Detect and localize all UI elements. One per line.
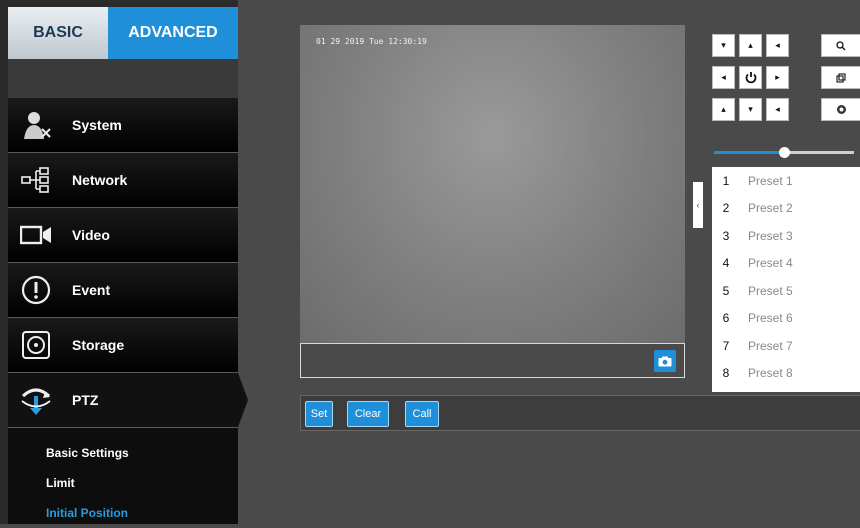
preset-number: 5 — [722, 283, 730, 298]
pan-left-button[interactable]: ◂ — [712, 66, 735, 89]
preset-name: Preset 2 — [748, 201, 793, 216]
tilt-up-button[interactable]: ▴ — [739, 34, 762, 57]
ptz-arrows-icon — [18, 384, 54, 416]
sidebar-menu: System Network Video Event Storage PTZ — [8, 98, 248, 428]
list-item[interactable]: 8 Preset 8 — [712, 360, 860, 388]
preset-number: 7 — [722, 338, 730, 353]
window-icon — [836, 72, 846, 83]
tilt-down-button[interactable]: ▾ — [739, 98, 762, 121]
list-item[interactable]: 4 Preset 4 — [712, 250, 860, 278]
preset-name: Preset 7 — [748, 338, 793, 353]
call-button[interactable]: Call — [405, 401, 439, 427]
preset-name: Preset 8 — [748, 366, 793, 381]
set-button[interactable]: Set — [305, 401, 333, 427]
sidebar-item-label: Video — [72, 227, 110, 243]
list-item[interactable]: 6 Preset 6 — [712, 305, 860, 333]
ptz-submenu: Basic Settings Limit Initial Position — [8, 428, 238, 524]
preset-list: 1 Preset 1 2 Preset 2 3 Preset 3 4 Preset 4 … — [712, 167, 860, 392]
list-item[interactable]: 1 Preset 1 — [712, 167, 860, 195]
video-camera-icon — [18, 219, 54, 251]
sidebar-item-label: Event — [72, 282, 111, 298]
sidebar-item-label: System — [72, 117, 122, 133]
pan-right-button[interactable]: ▸ — [766, 66, 789, 89]
video-toolbar — [300, 343, 685, 378]
preset-name: Preset 4 — [748, 256, 793, 271]
preset-number: 6 — [722, 311, 730, 326]
preset-name: Preset 5 — [748, 283, 793, 298]
alert-icon — [18, 274, 54, 306]
collapse-panel-handle[interactable]: ‹ — [693, 182, 703, 228]
storage-disk-icon — [18, 329, 54, 361]
tab-advanced-label: ADVANCED — [128, 24, 218, 41]
zoom-in-button[interactable] — [821, 34, 860, 57]
slider-fill — [714, 151, 784, 154]
preset-name: Preset 1 — [748, 173, 793, 188]
pan-up-left-button[interactable]: ▾ — [712, 34, 735, 57]
sidebar-item-network[interactable]: Network — [8, 153, 238, 208]
camera-icon — [658, 356, 672, 366]
snapshot-button[interactable] — [654, 350, 676, 372]
auto-pan-button[interactable] — [739, 66, 762, 89]
preset-name: Preset 6 — [748, 311, 793, 326]
sidebar-item-label: Storage — [72, 337, 125, 353]
submenu-item-basic-settings[interactable]: Basic Settings — [8, 438, 238, 468]
refresh-icon — [745, 71, 756, 83]
list-item[interactable]: 5 Preset 5 — [712, 277, 860, 305]
iris-button[interactable] — [821, 98, 860, 121]
mode-tabs: BASIC ADVANCED — [8, 7, 238, 69]
list-item[interactable]: 2 Preset 2 — [712, 195, 860, 223]
zoom-icon — [836, 40, 846, 50]
clear-button[interactable]: Clear — [347, 401, 389, 427]
submenu-item-limit[interactable]: Limit — [8, 468, 238, 498]
preset-name: Preset 3 — [748, 228, 793, 243]
sidebar-item-ptz[interactable]: PTZ — [8, 373, 248, 428]
network-icon — [18, 164, 54, 196]
iris-icon — [836, 105, 846, 114]
preset-number: 4 — [722, 256, 730, 271]
preset-number: 1 — [722, 173, 730, 188]
speed-slider[interactable] — [714, 147, 860, 158]
sidebar-item-event[interactable]: Event — [8, 263, 238, 318]
pan-down-left-button[interactable]: ▴ — [712, 98, 735, 121]
preset-number: 2 — [722, 201, 730, 216]
active-item-pointer — [238, 373, 248, 427]
sidebar-item-video[interactable]: Video — [8, 208, 238, 263]
tab-advanced[interactable]: ADVANCED — [108, 7, 238, 69]
sidebar-item-label: PTZ — [72, 392, 99, 408]
sidebar-item-storage[interactable]: Storage — [8, 318, 238, 373]
list-item[interactable]: 7 Preset 7 — [712, 332, 860, 360]
preset-number: 3 — [722, 228, 730, 243]
sidebar-spacer — [8, 59, 238, 98]
live-video-view[interactable]: 01 29 2019 Tue 12:30:19 — [300, 25, 685, 343]
preset-number: 8 — [722, 366, 730, 381]
sidebar-item-system[interactable]: System — [8, 98, 238, 153]
tab-basic[interactable]: BASIC — [8, 7, 108, 59]
pan-up-right-button[interactable]: ◂ — [766, 34, 789, 57]
pan-down-right-button[interactable]: ◂ — [766, 98, 789, 121]
list-item[interactable]: 3 Preset 3 — [712, 222, 860, 250]
system-user-icon — [18, 109, 54, 141]
video-timestamp: 01 29 2019 Tue 12:30:19 — [316, 37, 427, 46]
preset-action-bar: Set Clear Call — [300, 395, 860, 431]
slider-handle[interactable] — [779, 147, 790, 158]
focus-button[interactable] — [821, 66, 860, 89]
sidebar-item-label: Network — [72, 172, 128, 188]
